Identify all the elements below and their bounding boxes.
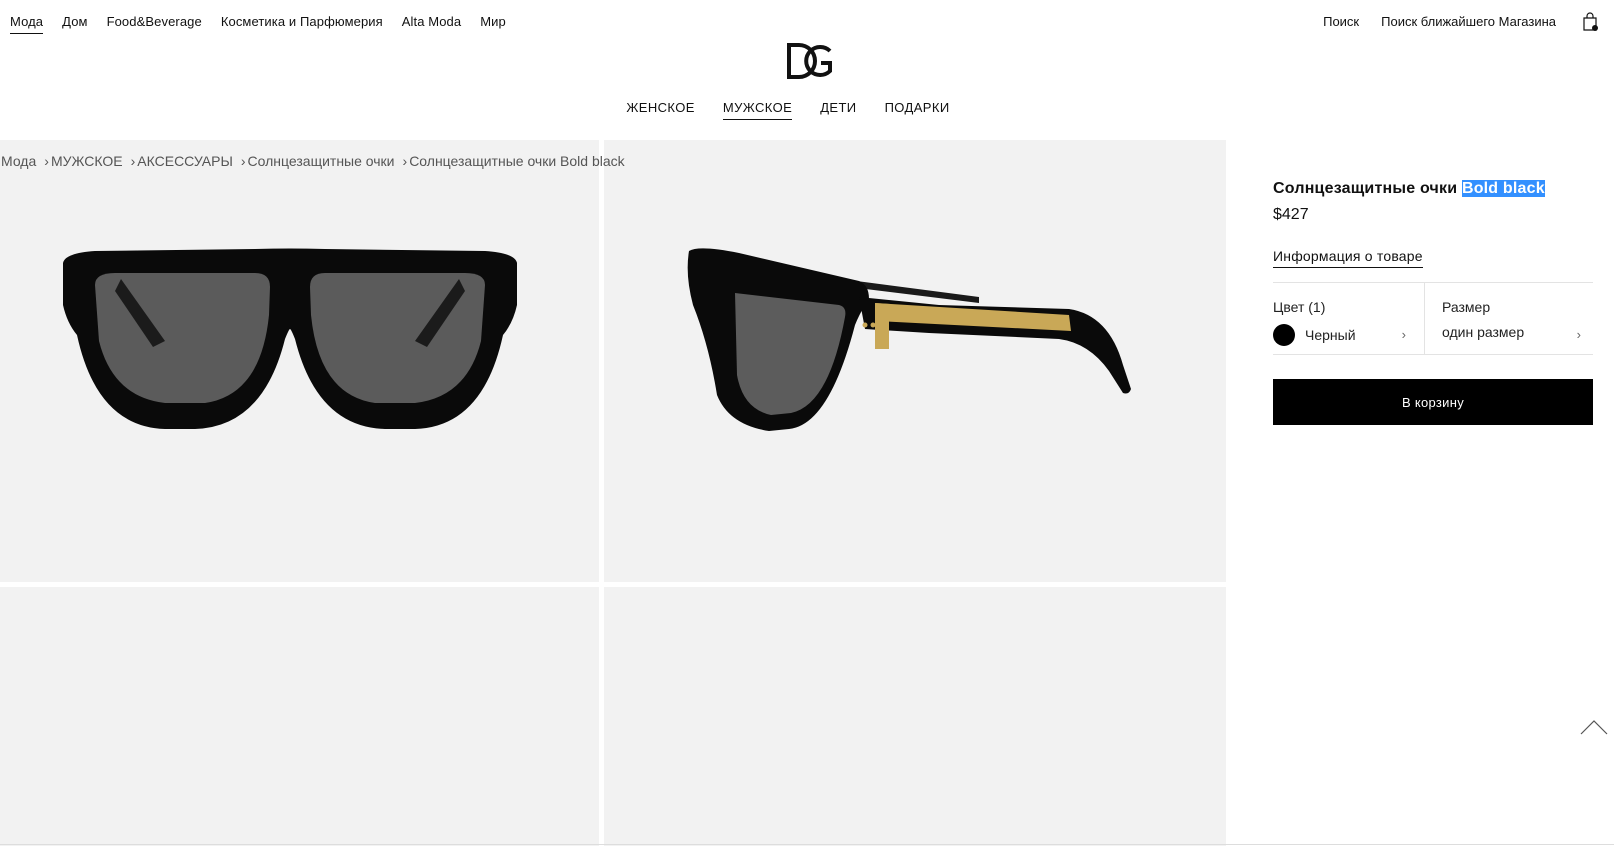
chevron-right-icon: › <box>1401 327 1406 342</box>
shopping-bag-icon[interactable] <box>1582 12 1598 32</box>
color-selector[interactable]: Цвет (1) Черный › <box>1273 283 1424 354</box>
product-details-panel: Солнцезащитные очки Bold black $427 Инфо… <box>1273 180 1593 425</box>
breadcrumb-chevron-icon: › <box>402 153 408 169</box>
breadcrumb-men[interactable]: МУЖСКОЕ <box>51 153 123 169</box>
nav-gifts[interactable]: ПОДАРКИ <box>885 100 950 120</box>
breadcrumb-moda[interactable]: Мода <box>1 153 36 169</box>
chevron-right-icon: › <box>1576 327 1581 342</box>
dg-logo[interactable]: DG <box>786 43 834 79</box>
size-value: один размер <box>1442 324 1525 340</box>
add-to-cart-button[interactable]: В корзину <box>1273 379 1593 425</box>
size-selector[interactable]: Размер один размер › <box>1424 283 1593 354</box>
breadcrumb-chevron-icon: › <box>44 153 49 169</box>
page-bottom-divider <box>0 844 1614 845</box>
product-image-side[interactable] <box>604 140 1226 582</box>
breadcrumb-sunglasses[interactable]: Солнцезащитные очки <box>248 153 395 169</box>
product-info-link[interactable]: Информация о товаре <box>1273 248 1423 268</box>
top-nav-alta-moda[interactable]: Alta Moda <box>402 14 461 34</box>
breadcrumb-chevron-icon: › <box>240 153 246 169</box>
sunglasses-front-image <box>63 248 517 429</box>
store-locator-link[interactable]: Поиск ближайшего Магазина <box>1381 14 1556 29</box>
top-nav-mir[interactable]: Мир <box>480 14 506 34</box>
product-title: Солнцезащитные очки Bold black <box>1273 180 1593 198</box>
size-label: Размер <box>1442 299 1491 315</box>
utility-links: Поиск Поиск ближайшего Магазина <box>1301 14 1556 29</box>
breadcrumb-current: Солнцезащитные очки Bold black <box>409 153 625 169</box>
color-label: Цвет (1) <box>1273 299 1326 315</box>
color-value: Черный <box>1305 327 1356 343</box>
nav-women[interactable]: ЖЕНСКОЕ <box>626 100 694 120</box>
top-navigation: Мода Дом Food&Beverage Косметика и Парфю… <box>10 14 525 34</box>
variant-selectors: Цвет (1) Черный › Размер один размер › <box>1273 283 1593 355</box>
product-image-front[interactable] <box>0 140 599 582</box>
main-navigation: ЖЕНСКОЕ МУЖСКОЕ ДЕТИ ПОДАРКИ <box>0 100 1614 120</box>
color-swatch <box>1273 324 1295 346</box>
top-nav-cosmetics[interactable]: Косметика и Парфюмерия <box>221 14 383 34</box>
breadcrumb-chevron-icon: › <box>130 153 136 169</box>
nav-men[interactable]: МУЖСКОЕ <box>722 100 793 120</box>
product-title-prefix: Солнцезащитные очки <box>1273 180 1462 197</box>
product-price: $427 <box>1273 206 1309 223</box>
top-nav-moda[interactable]: Мода <box>10 14 44 34</box>
product-gallery <box>0 140 1226 846</box>
breadcrumb-accessories[interactable]: АКСЕССУАРЫ <box>137 153 233 169</box>
search-link[interactable]: Поиск <box>1323 14 1359 29</box>
top-nav-dom[interactable]: Дом <box>62 14 87 34</box>
breadcrumb: Мода › МУЖСКОЕ › АКСЕССУАРЫ › Солнцезащи… <box>1 153 625 169</box>
top-nav-food-beverage[interactable]: Food&Beverage <box>107 14 202 34</box>
scroll-to-top-icon[interactable] <box>1580 718 1608 736</box>
product-image-3[interactable] <box>0 587 599 846</box>
product-title-highlight: Bold black <box>1461 180 1545 197</box>
sunglasses-side-image <box>687 248 1131 431</box>
nav-kids[interactable]: ДЕТИ <box>820 100 856 120</box>
product-image-4[interactable] <box>604 587 1226 846</box>
